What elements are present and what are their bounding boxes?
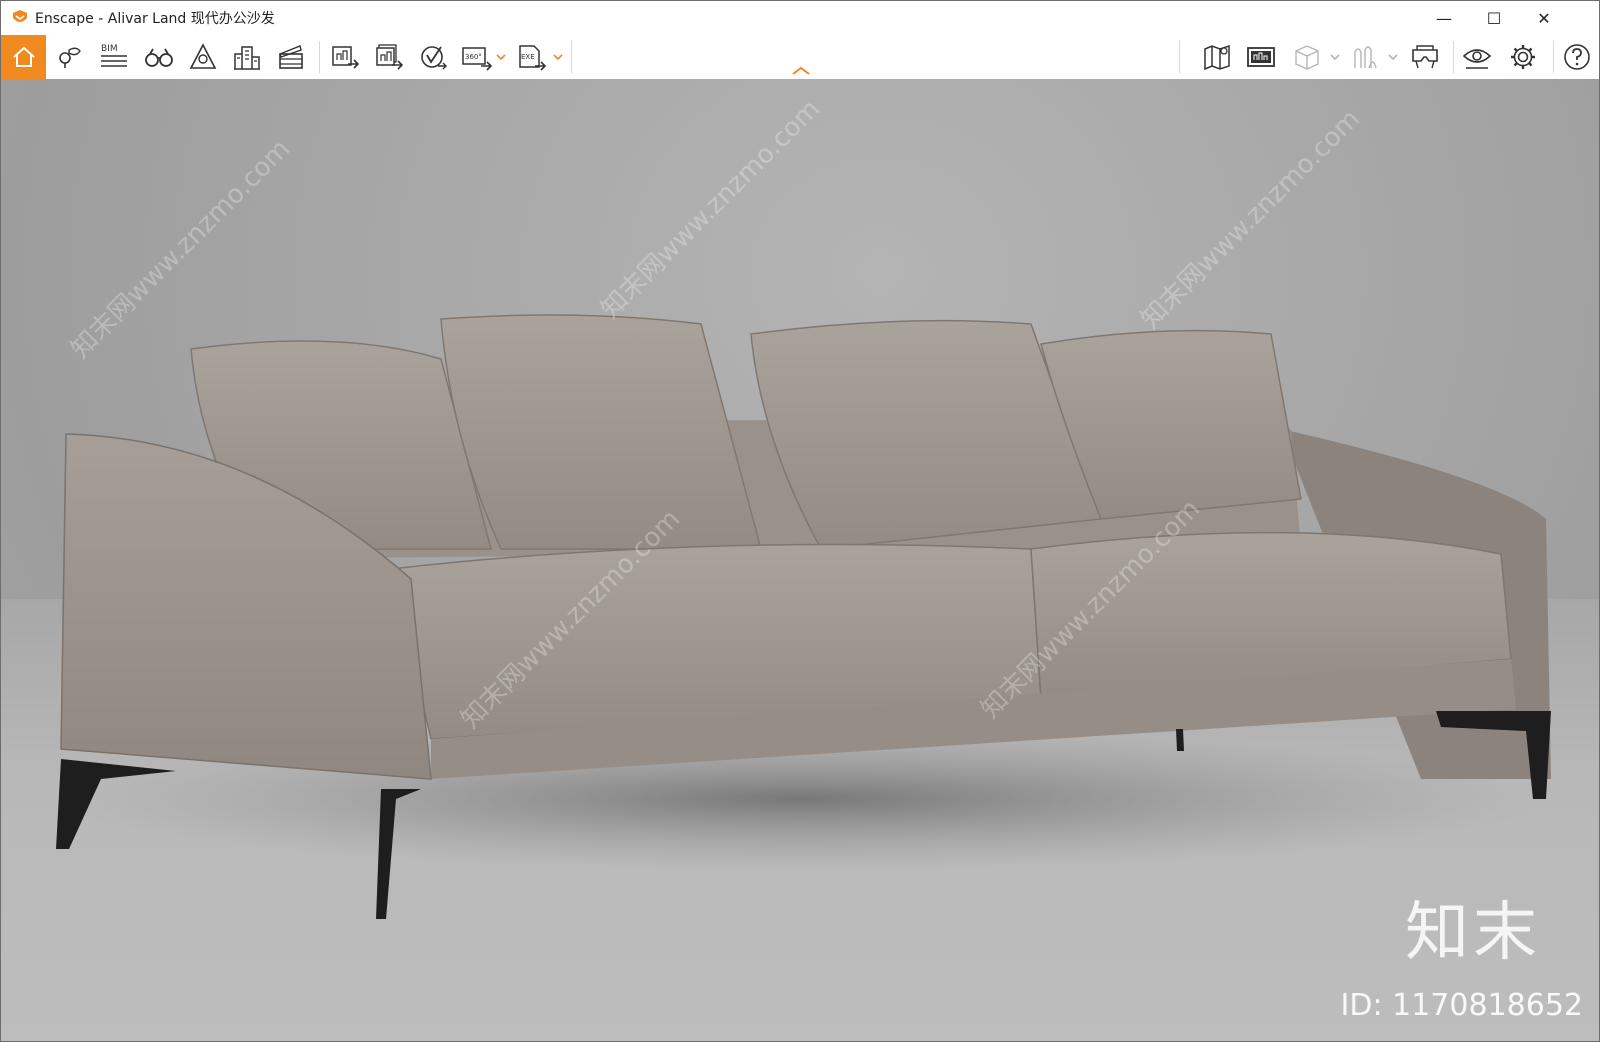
- binoculars-icon: [145, 48, 173, 67]
- location-pin-icon: [59, 47, 81, 68]
- close-icon: ✕: [1537, 8, 1551, 28]
- image-id-label: ID: 1170818652: [1340, 988, 1583, 1023]
- asset-library-button[interactable]: [1289, 35, 1325, 79]
- home-icon: [12, 46, 35, 67]
- screenshot-button[interactable]: [327, 35, 363, 79]
- panorama-dropdown[interactable]: [495, 35, 507, 79]
- bim-label: BIM: [101, 44, 118, 54]
- render-panorama-button[interactable]: 360°: [459, 35, 495, 79]
- visual-settings-button[interactable]: [1459, 35, 1495, 79]
- maximize-icon: ☐: [1486, 8, 1502, 28]
- settings-button[interactable]: [1505, 35, 1541, 79]
- chevron-down-icon: [553, 54, 563, 61]
- home-button[interactable]: [1, 35, 46, 79]
- back-pillow-2: [440, 314, 762, 550]
- views-button[interactable]: [51, 35, 87, 79]
- title-bar[interactable]: Enscape - Alivar Land 现代办公沙发 — ☐ ✕: [1, 1, 1599, 35]
- assets-dropdown[interactable]: [1387, 35, 1399, 79]
- assets-button[interactable]: [1347, 35, 1383, 79]
- app-window: Enscape - Alivar Land 现代办公沙发 — ☐ ✕ BIM 3…: [0, 0, 1600, 1042]
- asset-dropdown[interactable]: [1329, 35, 1341, 79]
- minimize-button[interactable]: —: [1419, 1, 1469, 35]
- enscape-logo-icon: [13, 10, 27, 22]
- 360-export-icon: 360°: [462, 47, 493, 71]
- close-button[interactable]: ✕: [1519, 1, 1569, 35]
- panorama-icon: [421, 46, 447, 70]
- brand-watermark: 知末: [1405, 896, 1541, 970]
- help-button[interactable]: [1559, 35, 1595, 79]
- toolbar-separator: [319, 41, 320, 73]
- maximize-button[interactable]: ☐: [1469, 1, 1519, 35]
- clapperboard-icon: [279, 45, 303, 69]
- bim-button[interactable]: BIM: [96, 35, 132, 79]
- site-context-button[interactable]: [229, 35, 265, 79]
- batch-render-button[interactable]: [371, 35, 407, 79]
- chevron-down-icon: [1330, 54, 1340, 61]
- settings-icon: [1511, 45, 1535, 69]
- window-title: Enscape - Alivar Land 现代办公沙发: [35, 11, 275, 27]
- chevron-down-icon: [496, 54, 506, 61]
- export-exe-button[interactable]: EXE: [515, 35, 551, 79]
- toolbar-separator: [1553, 41, 1554, 73]
- orthographic-button[interactable]: [141, 35, 177, 79]
- chevron-down-icon: [1388, 54, 1398, 61]
- box-icon: [1295, 45, 1319, 70]
- 360-label: 360°: [465, 53, 482, 61]
- buildings-icon: [234, 46, 260, 70]
- vr-headset-icon: [1412, 45, 1438, 69]
- render-viewport[interactable]: 知末网www.znzmo.com 知末网www.znzmo.com 知末网www…: [1, 79, 1599, 1041]
- minimize-icon: —: [1436, 8, 1452, 28]
- map-icon: [1204, 44, 1230, 71]
- chevron-up-icon: [792, 66, 810, 75]
- batch-export-icon: [376, 44, 404, 70]
- screenshot-export-icon: [332, 46, 360, 69]
- help-icon: [1564, 44, 1590, 70]
- collapse-toolbar-button[interactable]: [776, 65, 826, 77]
- map-button[interactable]: [1199, 35, 1235, 79]
- toolbar-separator: [1179, 41, 1180, 73]
- toolbar-separator: [1453, 41, 1454, 73]
- exe-export-icon: EXE: [519, 45, 547, 71]
- assets-icon: [1354, 46, 1377, 69]
- main-toolbar: BIM 360° EXE: [1, 35, 1599, 80]
- exe-label: EXE: [521, 53, 535, 61]
- view-management-button[interactable]: [185, 35, 221, 79]
- view-icon: [189, 43, 217, 69]
- sofa-leg-back: [1176, 729, 1184, 751]
- sofa-render: [56, 314, 1551, 919]
- billboard-button[interactable]: [1243, 35, 1279, 79]
- bim-icon: BIM: [101, 44, 127, 67]
- vr-headset-button[interactable]: [1407, 35, 1443, 79]
- video-editor-button[interactable]: [273, 35, 309, 79]
- export-dropdown[interactable]: [552, 35, 564, 79]
- toolbar-separator: [571, 41, 572, 73]
- upload-panorama-button[interactable]: [415, 35, 451, 79]
- visibility-icon: [1462, 49, 1492, 69]
- billboard-icon: [1247, 47, 1275, 67]
